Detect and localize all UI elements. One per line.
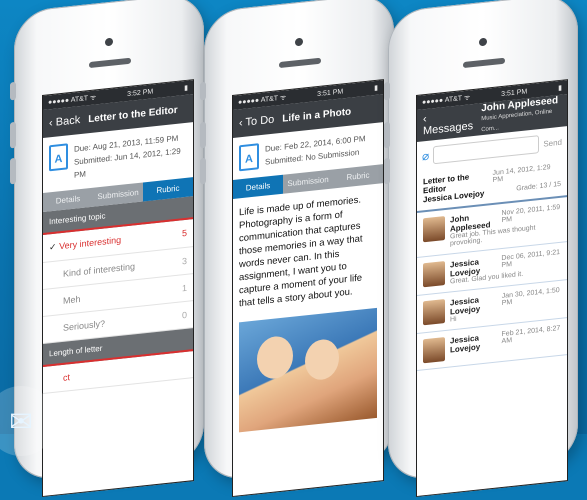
message-date: Feb 21, 2014, 8:27 AM: [501, 324, 561, 346]
child-face-2: [305, 337, 339, 382]
battery-icon: ▮: [374, 84, 378, 93]
volume-up: [384, 121, 390, 149]
camera: [295, 37, 303, 47]
document-icon: A: [49, 143, 68, 172]
option-label: Meh: [63, 294, 81, 306]
volume-down: [10, 157, 16, 185]
back-button[interactable]: ‹ Back: [49, 114, 80, 129]
document-icon: A: [239, 143, 259, 172]
option-score: 5: [181, 227, 187, 239]
phone-messages: ●●●●● AT&T ᯤ 3:51 PM ▮ ‹ Messages John A…: [384, 0, 578, 498]
screen: ●●●●● AT&T ᯤ 3:51 PM ▮ ‹ Messages John A…: [416, 79, 568, 498]
assignment-description: Life is made up of memories. Photography…: [239, 194, 363, 310]
back-label: To Do: [245, 113, 275, 129]
assignment-photo: [239, 307, 377, 433]
battery-icon: ▮: [184, 84, 188, 93]
page-title: Letter to the Editor: [88, 104, 178, 125]
clock: 3:52 PM: [127, 87, 154, 98]
screen: ●●●●● AT&T ᯤ 3:51 PM ▮ ‹ To Do Life in a…: [232, 79, 384, 498]
back-label: Messages: [423, 120, 474, 138]
mute-switch: [10, 81, 16, 101]
avatar: [423, 299, 445, 326]
volume-down: [384, 157, 390, 185]
option-label: Very interesting: [59, 234, 122, 252]
speaker: [89, 57, 131, 69]
option-score: 1: [181, 282, 187, 294]
option-label: Kind of interesting: [63, 261, 136, 279]
option-score: 3: [181, 255, 187, 267]
avatar: [423, 337, 445, 364]
send-button[interactable]: Send: [543, 137, 562, 148]
avatar: [423, 261, 445, 288]
page-title: Life in a Photo: [282, 106, 352, 125]
camera: [105, 37, 113, 47]
sender-name: Jessica Lovejoy: [450, 333, 481, 355]
back-label: Back: [55, 114, 81, 129]
back-button[interactable]: ‹ Messages: [423, 108, 473, 137]
option-score: 0: [181, 309, 187, 321]
clock: 3:51 PM: [317, 87, 344, 98]
avatar: [423, 216, 445, 243]
paperclip-icon[interactable]: ⌀: [422, 149, 429, 164]
speaker: [279, 57, 321, 69]
camera: [479, 37, 487, 47]
speaker: [463, 57, 505, 69]
phone-details: ●●●●● AT&T ᯤ 3:51 PM ▮ ‹ To Do Life in a…: [200, 0, 394, 498]
back-button[interactable]: ‹ To Do: [239, 114, 274, 130]
child-face-1: [257, 334, 293, 381]
battery-icon: ▮: [558, 84, 562, 93]
checkmark-icon: ✓: [49, 241, 57, 253]
clock: 3:51 PM: [501, 87, 528, 98]
option-label: Seriously?: [63, 318, 106, 333]
mute-switch: [200, 81, 206, 101]
volume-up: [200, 121, 206, 149]
screen: ●●●●● AT&T ᯤ 3:52 PM ▮ ‹ Back Letter to …: [42, 79, 194, 498]
option-label: ct: [63, 372, 71, 383]
volume-down: [200, 157, 206, 185]
mute-switch: [384, 81, 390, 101]
volume-up: [10, 121, 16, 149]
